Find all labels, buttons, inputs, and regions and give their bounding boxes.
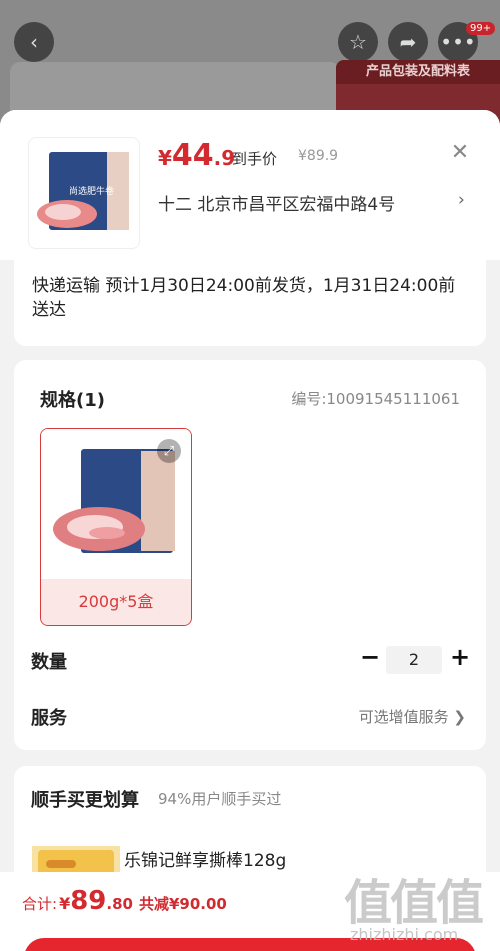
share-button[interactable]: ➦ <box>388 22 428 62</box>
product-thumbnail[interactable]: 尚选肥牛卷 <box>28 137 140 249</box>
share-icon: ➦ <box>399 30 417 54</box>
spec-card: 规格(1) 编号:10091545111061 ⤢ 200g*5盒 数量 − 2… <box>14 360 486 750</box>
sheet-header: 尚选肥牛卷 ¥ 44 .9 到手价 ¥89.9 ✕ 十二 北京市昌平区宏福中路4… <box>0 110 500 260</box>
shipping-text: 快递运输 预计1月30日24:00前发货，1月31日24:00前送达 <box>32 276 456 320</box>
spec-option[interactable]: ⤢ 200g*5盒 <box>40 428 192 626</box>
quantity-label: 数量 <box>31 652 67 673</box>
back-button[interactable]: ‹ <box>14 22 54 62</box>
watermark: 值值值 zhizhizhi.com <box>344 863 494 949</box>
shipping-info: 快递运输 预计1月30日24:00前发货，1月31日24:00前送达 <box>14 260 486 346</box>
star-icon: ☆ <box>349 30 367 54</box>
combo-subtitle: 94%用户顺手买过 <box>158 790 282 808</box>
quantity-input[interactable]: 2 <box>386 646 442 674</box>
price-integer: 44 <box>171 138 214 173</box>
total-price: 合计: ¥ 89 .80 共减¥90.00 <box>22 886 227 916</box>
total-savings: 共减¥90.00 <box>138 895 227 913</box>
product-package-text: 尚选肥牛卷 <box>69 185 114 197</box>
quantity-increase-button[interactable]: + <box>448 643 472 671</box>
favorite-button[interactable]: ☆ <box>338 22 378 62</box>
total-decimal: .80 <box>106 895 133 913</box>
total-currency: ¥ <box>59 894 71 913</box>
price-currency: ¥ <box>158 146 172 170</box>
service-selector[interactable]: 可选增值服务 ❯ <box>359 706 466 727</box>
price-tag: 到手价 <box>232 150 278 168</box>
original-price: ¥89.9 <box>298 148 339 164</box>
close-icon[interactable]: ✕ <box>448 140 472 165</box>
watermark-logo-icon: 值值值 <box>344 875 484 931</box>
total-integer: 89 <box>70 886 107 916</box>
notification-badge: 99+ <box>466 22 496 35</box>
price-display: ¥ 44 .9 <box>158 138 235 173</box>
combo-title: 顺手买更划算 <box>31 790 139 811</box>
sku-selection-sheet: 尚选肥牛卷 ¥ 44 .9 到手价 ¥89.9 ✕ 十二 北京市昌平区宏福中路4… <box>0 110 500 951</box>
quantity-decrease-button[interactable]: − <box>358 643 382 671</box>
chevron-left-icon: ‹ <box>30 30 38 54</box>
total-label: 合计: <box>22 895 58 913</box>
zoom-icon[interactable]: ⤢ <box>157 439 181 463</box>
banner-label: 产品包装及配料表 <box>336 60 500 84</box>
combo-item-name[interactable]: 乐锦记鲜享撕棒128g <box>124 846 286 871</box>
service-label: 服务 <box>31 708 67 729</box>
product-code: 编号:10091545111061 <box>291 390 460 408</box>
watermark-text: zhizhizhi.com <box>350 925 459 944</box>
delivery-address[interactable]: 十二 北京市昌平区宏福中路4号 <box>158 190 448 215</box>
option-label: 200g*5盒 <box>41 579 191 625</box>
spec-title: 规格(1) <box>40 390 105 411</box>
chevron-right-icon[interactable]: › <box>458 190 465 210</box>
